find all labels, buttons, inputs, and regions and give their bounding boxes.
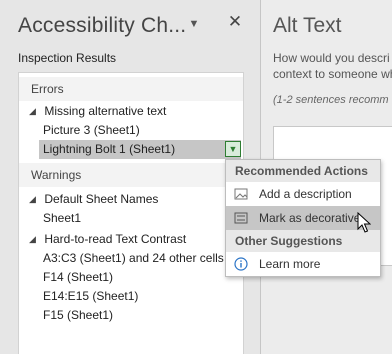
tree-item-label: A3:C3 (Sheet1) and 24 other cells <box>43 251 224 265</box>
decorative-picture-icon <box>234 212 248 224</box>
alt-text-prompt-line2: context to someone wh <box>273 67 392 81</box>
menu-item-label: Add a description <box>259 187 352 201</box>
tree-item-sheet1[interactable]: Sheet1 <box>43 209 81 228</box>
expand-caret-icon[interactable]: ◢ <box>29 230 41 249</box>
expand-caret-icon[interactable]: ◢ <box>29 102 41 121</box>
alt-text-prompt-line1: How would you descri <box>273 51 390 65</box>
mouse-pointer-icon <box>357 212 371 233</box>
inspection-results-list: Errors ◢ Missing alternative text Pictur… <box>18 72 244 354</box>
pane-title: Accessibility Ch... <box>18 14 187 37</box>
tree-item-default-sheet-names[interactable]: ◢ Default Sheet Names <box>29 190 158 209</box>
tree-item-lightning-bolt[interactable]: Lightning Bolt 1 (Sheet1) <box>39 140 241 159</box>
recommended-actions-header: Recommended Actions <box>226 160 380 182</box>
menu-item-label: Mark as decorative <box>259 211 361 225</box>
expand-caret-icon[interactable]: ◢ <box>29 190 41 209</box>
tree-item-label: F14 (Sheet1) <box>43 270 114 284</box>
inspection-results-label: Inspection Results <box>18 51 117 65</box>
tree-item-label: Sheet1 <box>43 211 82 225</box>
tree-item-f14[interactable]: F14 (Sheet1) <box>43 268 113 287</box>
add-description-menu-item[interactable]: Add a description <box>226 182 380 206</box>
warnings-header: Warnings <box>19 163 243 187</box>
errors-header: Errors <box>19 77 243 101</box>
tree-item-label: Default Sheet Names <box>44 192 159 206</box>
tree-item-picture3[interactable]: Picture 3 (Sheet1) <box>43 121 140 140</box>
pane-options-icon[interactable]: ▼ <box>187 17 201 31</box>
tree-item-f15[interactable]: F15 (Sheet1) <box>43 306 113 325</box>
alt-text-title: Alt Text <box>273 14 342 37</box>
accessibility-checker-pane: Accessibility Ch... ▼ ✕ Inspection Resul… <box>0 0 260 354</box>
picture-icon <box>234 188 248 200</box>
info-icon <box>234 257 248 271</box>
tree-item-label: Picture 3 (Sheet1) <box>43 123 140 137</box>
tree-item-missing-alt-text[interactable]: ◢ Missing alternative text <box>29 102 166 121</box>
tree-item-a3-c3[interactable]: A3:C3 (Sheet1) and 24 other cells <box>43 249 224 268</box>
tree-item-label: Missing alternative text <box>44 104 167 118</box>
learn-more-menu-item[interactable]: Learn more <box>226 252 380 276</box>
menu-item-label: Learn more <box>259 257 321 271</box>
alt-text-hint: (1-2 sentences recomm <box>273 94 389 106</box>
tree-item-label: F15 (Sheet1) <box>43 308 114 322</box>
tree-item-label: Lightning Bolt 1 (Sheet1) <box>43 142 176 156</box>
tree-item-hard-to-read-contrast[interactable]: ◢ Hard-to-read Text Contrast <box>29 230 186 249</box>
close-icon[interactable]: ✕ <box>227 13 243 31</box>
tree-item-label: E14:E15 (Sheet1) <box>43 289 139 303</box>
tree-item-e14-e15[interactable]: E14:E15 (Sheet1) <box>43 287 138 306</box>
tree-item-label: Hard-to-read Text Contrast <box>44 232 187 246</box>
recommended-actions-dropdown-button[interactable]: ▼ <box>225 141 241 157</box>
